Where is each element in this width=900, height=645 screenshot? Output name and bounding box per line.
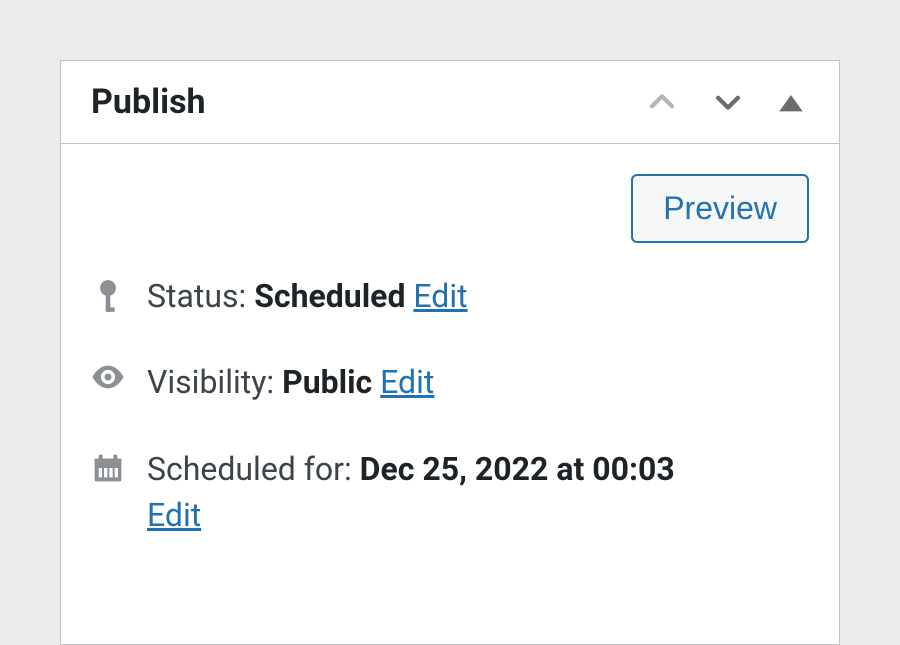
chevron-down-icon [711, 85, 745, 119]
status-row: Status: Scheduled Edit [61, 253, 839, 339]
status-label: Status: [147, 277, 246, 315]
edit-status-link[interactable]: Edit [413, 277, 467, 315]
chevron-up-icon [645, 85, 679, 119]
calendar-icon [91, 446, 125, 484]
metabox-title: Publish [91, 82, 206, 122]
move-down-button[interactable] [707, 81, 749, 123]
metabox-header: Publish [61, 61, 839, 144]
triangle-up-icon [777, 88, 805, 116]
status-value: Scheduled [254, 277, 405, 315]
preview-row: Preview [61, 144, 839, 253]
visibility-label: Visibility: [147, 363, 274, 401]
eye-icon [91, 359, 125, 389]
publish-metabox: Publish Preview Status: Scheduled Edit [60, 60, 840, 645]
header-controls [641, 81, 809, 123]
schedule-row: Scheduled for: Dec 25, 2022 at 00:03 Edi… [61, 426, 839, 559]
toggle-panel-button[interactable] [773, 84, 809, 120]
edit-visibility-link[interactable]: Edit [380, 363, 434, 401]
visibility-row: Visibility: Public Edit [61, 339, 839, 425]
status-text: Status: Scheduled Edit [147, 273, 809, 319]
visibility-value: Public [282, 363, 372, 401]
schedule-label: Scheduled for: [147, 450, 352, 488]
key-icon [91, 273, 125, 313]
preview-button[interactable]: Preview [631, 174, 809, 243]
edit-schedule-link[interactable]: Edit [147, 496, 201, 534]
schedule-text: Scheduled for: Dec 25, 2022 at 00:03 Edi… [147, 446, 809, 539]
schedule-value: Dec 25, 2022 at 00:03 [360, 450, 675, 488]
move-up-button[interactable] [641, 81, 683, 123]
visibility-text: Visibility: Public Edit [147, 359, 809, 405]
